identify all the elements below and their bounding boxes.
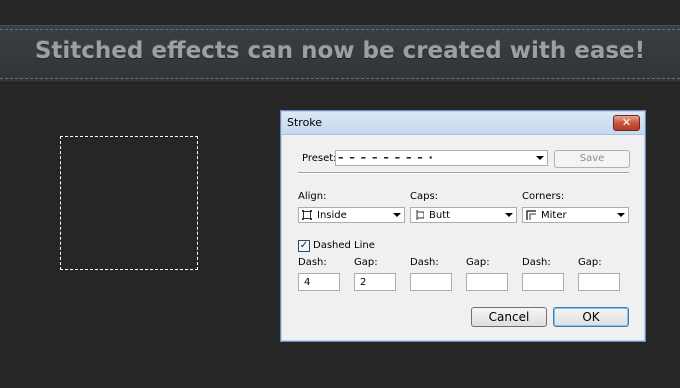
dash-label-3: Dash: (522, 257, 551, 268)
dialog-title: Stroke (287, 116, 323, 129)
dash-label-2: Dash: (410, 257, 439, 268)
dialog-titlebar[interactable]: Stroke ✕ (282, 112, 644, 135)
dash-field-2[interactable] (410, 273, 452, 291)
separator (298, 172, 629, 174)
corners-value: Miter (541, 210, 567, 221)
chevron-down-icon (505, 213, 513, 217)
corners-label: Corners: (522, 191, 565, 202)
dash-field-3[interactable] (522, 273, 564, 291)
align-dropdown[interactable]: Inside (298, 207, 405, 223)
close-icon: ✕ (621, 116, 632, 129)
miter-join-icon (526, 210, 536, 220)
chevron-down-icon (536, 156, 544, 160)
dash-label-1: Dash: (298, 257, 327, 268)
save-button[interactable]: Save (554, 150, 630, 168)
banner-stitch-bottom (0, 78, 680, 79)
preset-value: – – – – – – – – · (338, 151, 434, 164)
gap-field-3[interactable] (578, 273, 620, 291)
gap-label-1: Gap: (354, 257, 378, 268)
ok-button[interactable]: OK (553, 307, 629, 327)
preset-dropdown[interactable]: – – – – – – – – · (335, 150, 548, 166)
butt-cap-icon (416, 210, 424, 220)
caps-label: Caps: (410, 191, 439, 202)
banner-text: Stitched effects can now be created with… (34, 38, 646, 64)
close-button[interactable]: ✕ (613, 115, 640, 131)
checkmark-icon: ✓ (299, 240, 309, 251)
align-value: Inside (317, 210, 347, 221)
preset-label: Preset: (302, 153, 337, 164)
banner-stitch-top (0, 29, 680, 30)
gap-field-1[interactable]: 2 (354, 273, 396, 291)
gap-label-3: Gap: (578, 257, 602, 268)
gap-label-2: Gap: (466, 257, 490, 268)
chevron-down-icon (617, 213, 625, 217)
cancel-button[interactable]: Cancel (471, 307, 547, 327)
align-label: Align: (298, 191, 327, 202)
banner: Stitched effects can now be created with… (0, 25, 680, 83)
gap-field-2[interactable] (466, 273, 508, 291)
dashed-line-checkbox[interactable]: ✓ (298, 240, 310, 252)
caps-value: Butt (429, 210, 451, 221)
caps-dropdown[interactable]: Butt (410, 207, 517, 223)
corners-dropdown[interactable]: Miter (522, 207, 629, 223)
stroke-dialog: Stroke ✕ Preset: – – – – – – – – · Save … (280, 110, 646, 342)
dashed-line-label[interactable]: Dashed Line (313, 240, 375, 251)
stitched-square (60, 136, 198, 270)
dash-field-1[interactable]: 4 (298, 273, 340, 291)
inside-stroke-icon (302, 210, 312, 220)
chevron-down-icon (393, 213, 401, 217)
